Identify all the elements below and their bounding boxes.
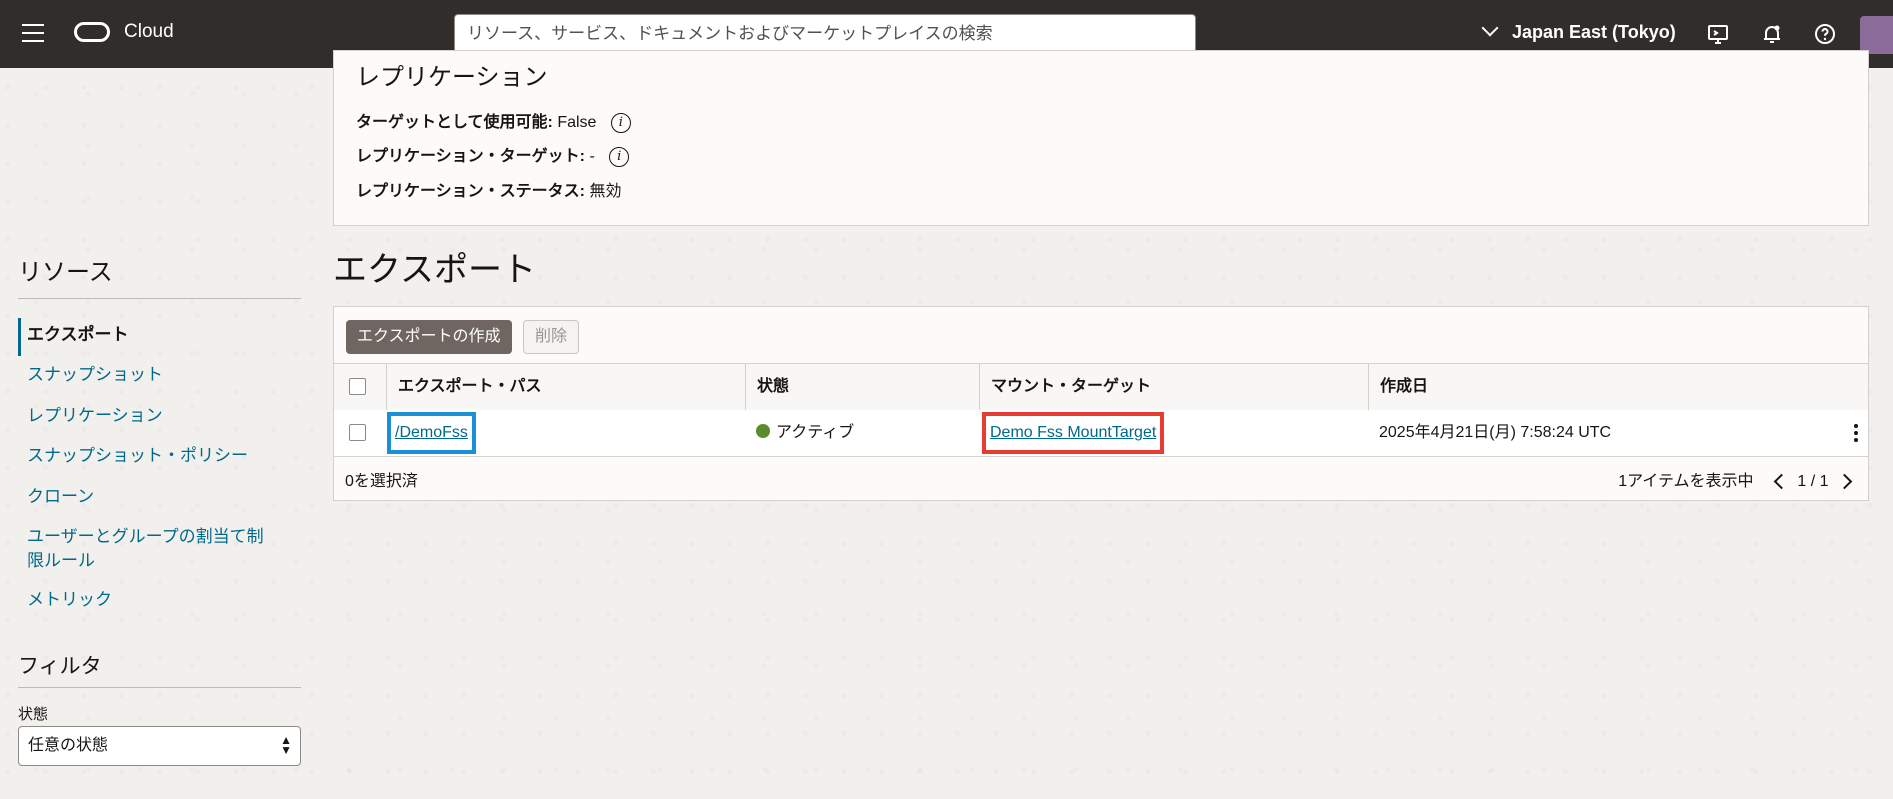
divider (18, 298, 301, 299)
replication-title: レプリケーション (356, 64, 548, 91)
divider (18, 687, 301, 688)
search-input[interactable]: リソース、サービス、ドキュメントおよびマーケットプレイスの検索 (454, 14, 1196, 53)
sidebar-item-exports[interactable]: エクスポート (27, 323, 277, 347)
target-usable-field: ターゲットとして使用可能: False i (356, 108, 631, 133)
state-filter-value: 任意の状態 (28, 737, 109, 754)
sort-arrows-icon: ▲ ▼ (280, 733, 292, 757)
hamburger-menu-icon[interactable] (22, 24, 44, 42)
sidebar-item-snapshots[interactable]: スナップショット (27, 363, 277, 387)
delete-button: 削除 (523, 320, 580, 354)
sidebar-item-snapshot-policy[interactable]: スナップショット・ポリシー (27, 444, 277, 468)
info-icon[interactable]: i (610, 112, 631, 133)
state-filter-label: 状態 (18, 706, 49, 723)
info-icon[interactable]: i (609, 146, 630, 167)
region-label: Japan East (Tokyo) (1512, 22, 1676, 42)
target-usable-value: False (557, 114, 597, 131)
table-row: /DemoFss アクティブ Demo Fss MountTarget 2025… (334, 410, 1868, 457)
region-selector[interactable]: Japan East (Tokyo) (1481, 19, 1676, 43)
next-page-icon[interactable] (1836, 473, 1853, 490)
replication-status-field: レプリケーション・ステータス: 無効 (356, 177, 621, 201)
replication-target-field: レプリケーション・ターゲット: - i (356, 142, 630, 167)
help-icon[interactable] (1813, 22, 1837, 46)
page-indicator: 1 / 1 (1797, 473, 1829, 490)
table-header: エクスポート・パス 状態 マウント・ターゲット 作成日 (334, 363, 1868, 411)
row-checkbox[interactable] (349, 424, 366, 441)
column-header-state[interactable]: 状態 (745, 364, 979, 410)
selected-count: 0を選択済 (345, 473, 418, 490)
sidebar-item-clones[interactable]: クローン (27, 485, 277, 509)
exports-heading: エクスポート (333, 251, 536, 289)
column-header-mount-target[interactable]: マウント・ターゲット (979, 364, 1368, 410)
active-indicator (18, 318, 21, 356)
brand-name[interactable]: Cloud (124, 21, 174, 43)
previous-page-icon[interactable] (1773, 473, 1790, 490)
replication-status-label: レプリケーション・ステータス: (356, 183, 586, 200)
mount-target-highlight: Demo Fss MountTarget (982, 412, 1165, 454)
state-text: アクティブ (776, 424, 855, 441)
sidebar-item-metrics[interactable]: メトリック (27, 588, 277, 612)
cloud-shell-icon[interactable] (1706, 22, 1730, 46)
replication-target-value: - (589, 148, 595, 165)
exports-table-card: エクスポートの作成 削除 エクスポート・パス 状態 マウント・ターゲット 作成日… (333, 306, 1869, 501)
target-usable-label: ターゲットとして使用可能: (356, 114, 553, 131)
user-avatar[interactable] (1860, 16, 1893, 54)
create-export-button[interactable]: エクスポートの作成 (346, 320, 512, 354)
row-actions-kebab-icon[interactable] (1854, 424, 1858, 445)
pagination: 1アイテムを表示中 1 / 1 (1618, 467, 1856, 491)
export-path-highlight: /DemoFss (387, 412, 476, 454)
state-filter-select[interactable]: 任意の状態 ▲ ▼ (18, 726, 301, 766)
replication-target-label: レプリケーション・ターゲット: (356, 148, 586, 165)
items-showing-text: 1アイテムを表示中 (1618, 473, 1754, 490)
resources-title: リソース (18, 259, 113, 286)
state-cell: アクティブ (756, 410, 854, 456)
chevron-down-icon (1481, 19, 1499, 37)
mount-target-link[interactable]: Demo Fss MountTarget (990, 424, 1156, 441)
export-path-link[interactable]: /DemoFss (395, 424, 468, 441)
active-status-dot-icon (756, 424, 770, 438)
column-header-export-path[interactable]: エクスポート・パス (386, 364, 745, 410)
replication-status-value: 無効 (589, 183, 622, 200)
sidebar-item-replication[interactable]: レプリケーション (27, 404, 277, 428)
notification-bell-icon[interactable] (1760, 22, 1784, 46)
column-header-created[interactable]: 作成日 (1368, 364, 1868, 410)
filter-title: フィルタ (18, 655, 102, 678)
oracle-logo-icon[interactable] (74, 22, 110, 42)
select-all-checkbox[interactable] (349, 378, 366, 395)
sidebar-item-quota-rules[interactable]: ユーザーとグループの割当て制限ルール (27, 525, 277, 573)
replication-card: レプリケーション ターゲットとして使用可能: False i レプリケーション・… (333, 50, 1869, 226)
created-date: 2025年4月21日(月) 7:58:24 UTC (1379, 424, 1612, 441)
